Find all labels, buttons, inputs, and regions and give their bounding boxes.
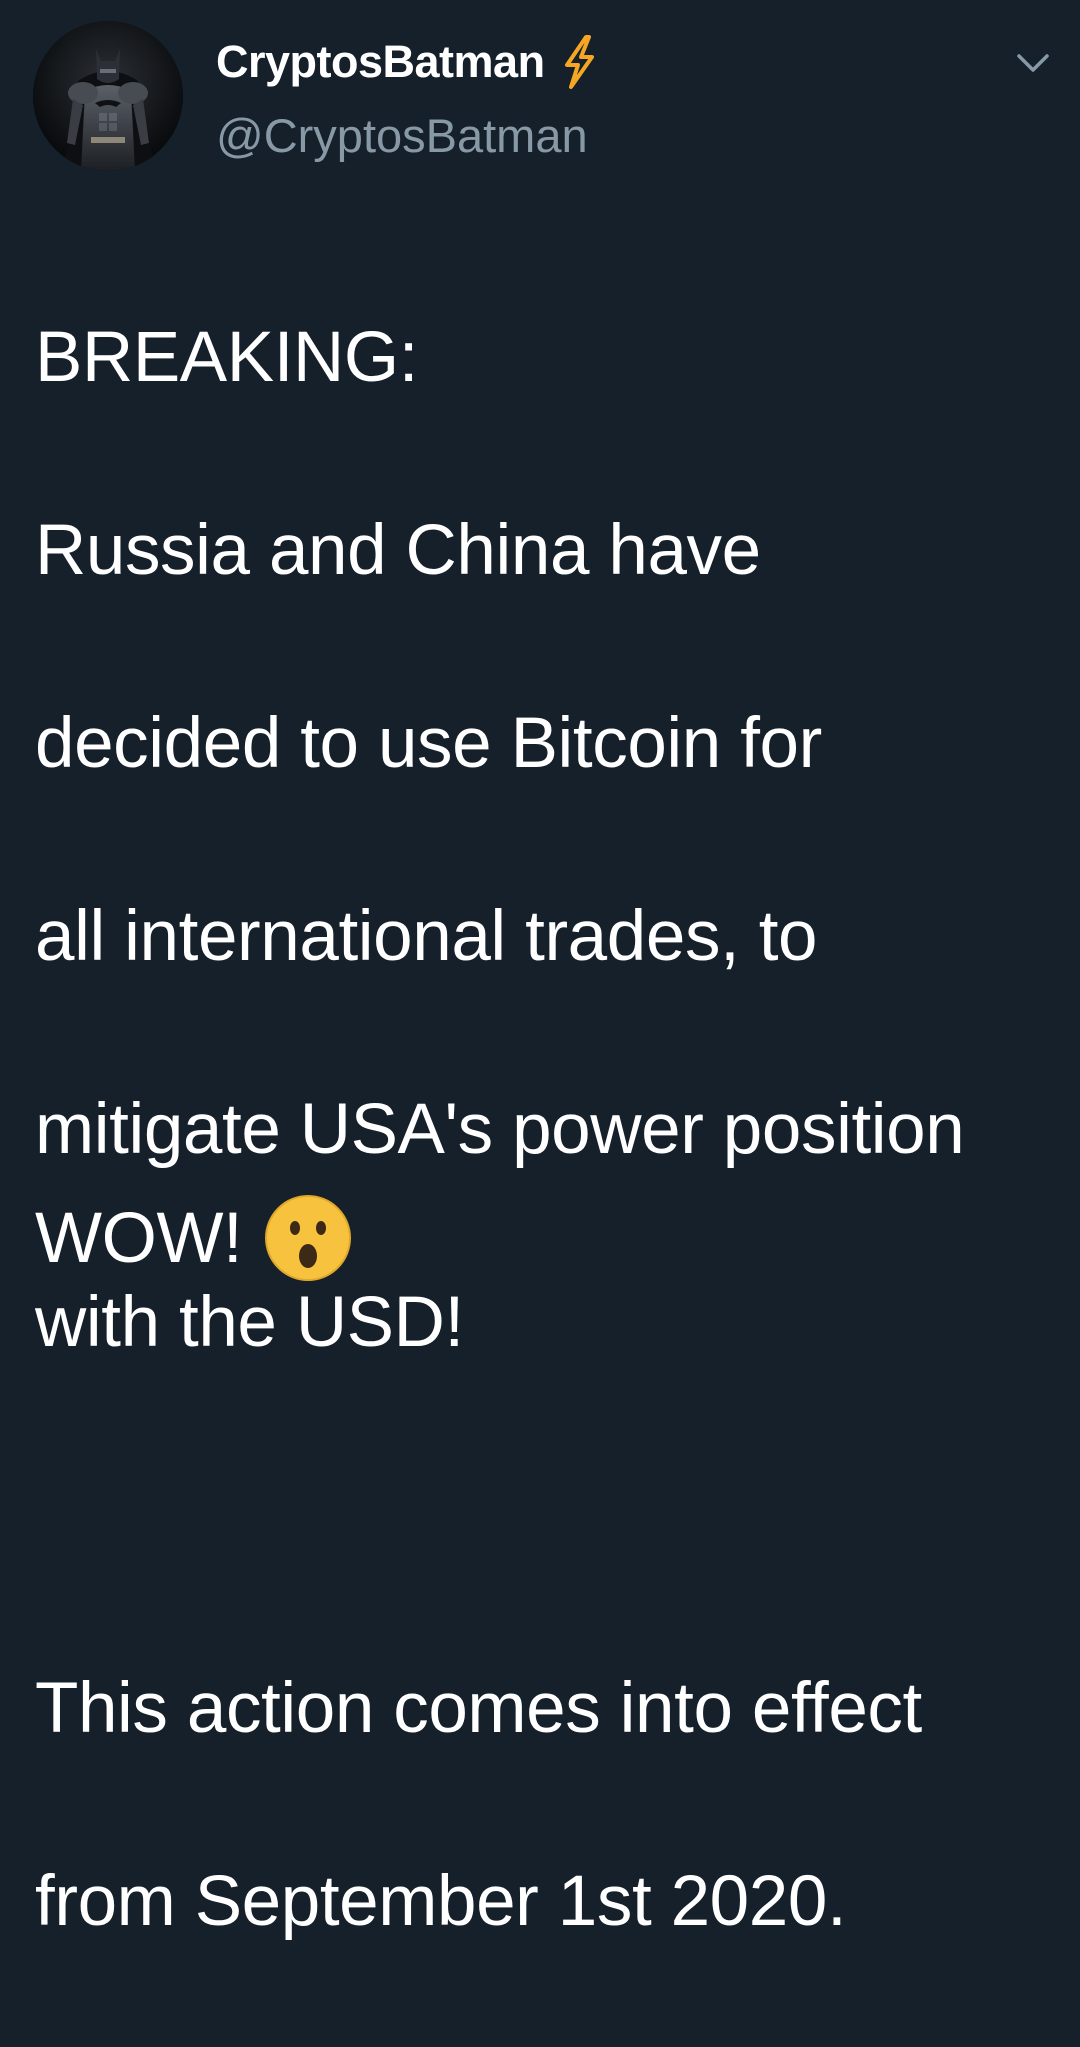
tweet-line: mitigate USA's power position [35,1089,965,1169]
tweet-line: from September 1st 2020. [35,1861,847,1941]
batman-avatar-image [33,21,183,171]
tweet-card: CryptosBatman @CryptosBatman BREAKING: R… [0,0,1080,1941]
display-name[interactable]: CryptosBatman [216,36,545,88]
chevron-down-icon[interactable] [1014,50,1052,76]
closing-text: WOW! [35,1198,243,1278]
display-name-row: CryptosBatman [216,34,599,90]
tweet-line: with the USD! [35,1282,464,1362]
tweet-text: BREAKING: Russia and China have decided … [35,213,1055,2047]
astonished-face-icon [265,1195,352,1281]
tweet-line: decided to use Bitcoin for [35,703,822,783]
avatar[interactable] [33,21,183,171]
closing-line: WOW! [35,1190,352,1286]
tweet-line: Russia and China have [35,510,761,590]
tweet-line: all international trades, to [35,896,818,976]
user-handle[interactable]: @CryptosBatman [216,108,588,163]
tweet-line: BREAKING: [35,317,419,397]
tweet-line: This action comes into effect [35,1668,922,1748]
lightning-bolt-icon [564,35,594,89]
